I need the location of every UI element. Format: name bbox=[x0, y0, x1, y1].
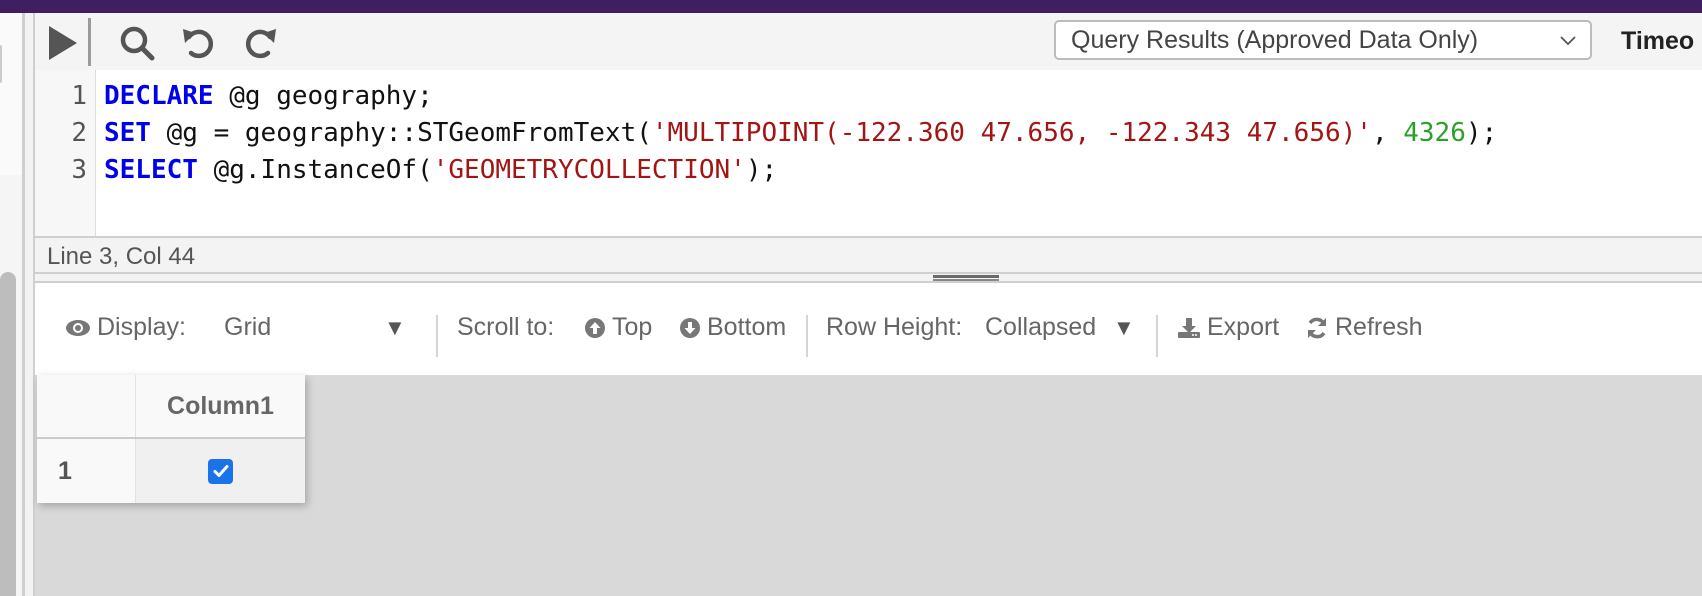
editor-toolbar: Query Results (Approved Data Only) Timeo bbox=[35, 13, 1702, 70]
toolbar-divider bbox=[436, 315, 438, 357]
redo-button[interactable] bbox=[240, 23, 280, 63]
sql-text: , bbox=[1371, 118, 1404, 148]
code-text: DECLARE @g geography; bbox=[104, 76, 433, 116]
search-button[interactable] bbox=[117, 23, 157, 63]
sql-string: 'MULTIPOINT(-122.360 47.656, -122.343 47… bbox=[651, 118, 1372, 148]
sql-keyword: SET bbox=[104, 118, 151, 148]
pane-resize-handle[interactable] bbox=[933, 274, 999, 281]
code-text: SELECT @g.InstanceOf('GEOMETRYCOLLECTION… bbox=[104, 150, 777, 190]
sql-text: ); bbox=[1465, 118, 1498, 148]
run-icon bbox=[49, 26, 77, 60]
line-number: 2 bbox=[71, 118, 87, 148]
row-number: 1 bbox=[37, 439, 136, 503]
display-value: Grid bbox=[224, 313, 272, 341]
scroll-to-label: Scroll to: bbox=[457, 313, 555, 341]
sql-keyword: SELECT bbox=[104, 155, 198, 185]
row-height-select[interactable]: Collapsed ▼ bbox=[985, 313, 1135, 342]
table-cell bbox=[136, 439, 305, 503]
checkmark-icon bbox=[213, 465, 228, 477]
eye-icon bbox=[66, 319, 90, 336]
search-icon bbox=[120, 26, 155, 61]
export-button[interactable]: Export bbox=[1177, 313, 1279, 342]
column-header[interactable]: Column1 bbox=[136, 375, 305, 437]
boolean-checkbox[interactable] bbox=[208, 458, 233, 484]
left-panel-scrollbar[interactable] bbox=[0, 272, 16, 596]
results-source-select[interactable]: Query Results (Approved Data Only) bbox=[1054, 20, 1592, 60]
sql-string: 'GEOMETRYCOLLECTION' bbox=[432, 155, 746, 185]
app-top-bar bbox=[0, 0, 1702, 13]
display-label-group: Display: bbox=[65, 313, 186, 342]
sql-text: ); bbox=[745, 155, 778, 185]
results-grid: Column1 1 bbox=[37, 375, 305, 503]
table-row: 1 bbox=[37, 439, 305, 503]
code-editor[interactable]: 1 DECLARE @g geography; 2 SET @g = geograph… bbox=[35, 70, 1702, 236]
display-select[interactable]: Grid ▼ bbox=[224, 313, 406, 342]
arrow-circle-down-icon bbox=[680, 317, 700, 338]
redo-icon bbox=[246, 29, 276, 59]
refresh-label: Refresh bbox=[1335, 313, 1423, 341]
caret-down-icon: ▼ bbox=[1113, 314, 1135, 340]
line-number: 3 bbox=[71, 155, 87, 185]
run-button[interactable] bbox=[43, 23, 83, 63]
query-editor-pane: Query Results (Approved Data Only) Timeo… bbox=[35, 13, 1702, 283]
row-height-value: Collapsed bbox=[985, 313, 1097, 341]
scroll-bottom-button[interactable]: Bottom bbox=[679, 313, 786, 342]
grid-corner-cell bbox=[37, 375, 136, 437]
refresh-icon bbox=[1308, 317, 1326, 338]
scroll-bottom-label: Bottom bbox=[707, 313, 787, 341]
row-height-label: Row Height: bbox=[826, 313, 963, 341]
caret-down-icon: ▼ bbox=[384, 314, 406, 340]
toolbar-separator bbox=[88, 18, 91, 66]
left-panel-tab-edge[interactable] bbox=[0, 45, 2, 83]
code-text: SET @g = geography::STGeomFromText('MULT… bbox=[104, 113, 1497, 153]
display-label: Display: bbox=[97, 313, 186, 341]
export-label: Export bbox=[1207, 313, 1280, 341]
sql-keyword: DECLARE bbox=[104, 81, 214, 111]
undo-icon bbox=[183, 29, 213, 59]
sql-text: @g geography; bbox=[213, 81, 433, 111]
chevron-down-icon bbox=[1560, 36, 1576, 46]
editor-status-bar: Line 3, Col 44 bbox=[35, 236, 1702, 274]
pane-resize-strip bbox=[35, 274, 1702, 283]
toolbar-divider bbox=[1156, 315, 1158, 357]
results-source-value: Query Results (Approved Data Only) bbox=[1071, 25, 1479, 54]
refresh-button[interactable]: Refresh bbox=[1305, 313, 1423, 342]
results-toolbar: Display: Grid ▼ Scroll to: Top Bottom Ro… bbox=[35, 283, 1702, 375]
scroll-top-button[interactable]: Top bbox=[584, 313, 652, 342]
sql-text: @g.InstanceOf( bbox=[197, 155, 433, 185]
download-icon bbox=[1178, 317, 1200, 338]
cursor-position: Line 3, Col 44 bbox=[47, 243, 196, 270]
sql-text: @g = geography::STGeomFromText( bbox=[150, 118, 652, 148]
scroll-top-label: Top bbox=[612, 313, 653, 341]
arrow-circle-up-icon bbox=[585, 317, 605, 338]
timeout-label: Timeo bbox=[1621, 27, 1695, 55]
line-number: 1 bbox=[71, 81, 87, 111]
sql-number: 4326 bbox=[1403, 118, 1466, 148]
toolbar-divider bbox=[806, 315, 808, 357]
grid-header-row: Column1 bbox=[37, 375, 305, 439]
undo-button[interactable] bbox=[179, 23, 219, 63]
